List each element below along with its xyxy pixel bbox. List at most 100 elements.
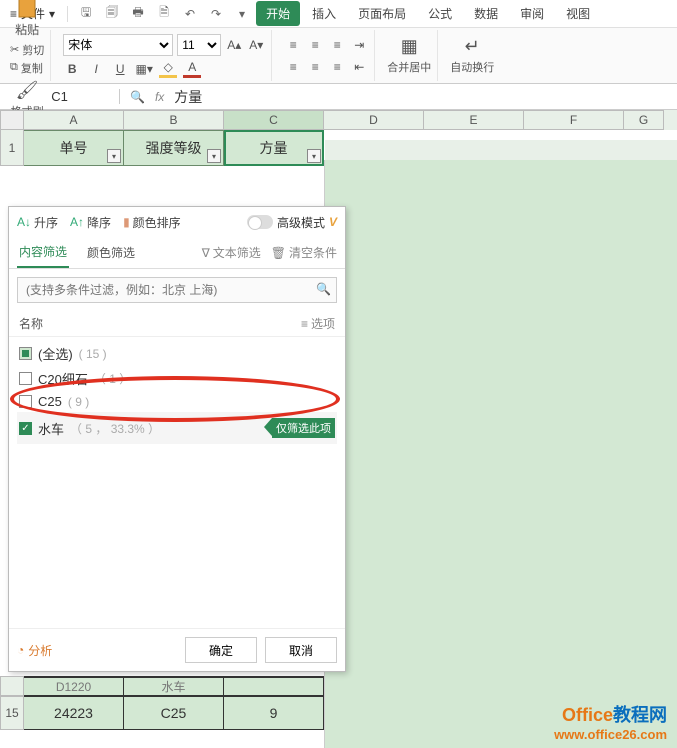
spreadsheet-grid: A B C D E F G 1 单号 ▾ 强度等级 ▾ 方量 ▾ [0, 110, 677, 166]
copy-button[interactable]: ⧉复制 [10, 60, 44, 76]
align-left-icon[interactable]: ≡ [284, 58, 302, 76]
clear-filter-button[interactable]: 🗑清空条件 [271, 244, 337, 261]
font-name-select[interactable]: 宋体 [63, 34, 173, 56]
align-top-icon[interactable]: ≡ [284, 36, 302, 54]
row-header-15[interactable]: 15 [0, 696, 24, 730]
col-header-a[interactable]: A [24, 110, 124, 130]
col-header-b[interactable]: B [124, 110, 224, 130]
wrap-icon: ↵ [465, 36, 480, 57]
checkbox-unchecked[interactable] [19, 395, 32, 408]
menubar: ≡ 文件 ▾ 🖫 🗐 🖶 🗎 ↶ ↷ ▾ 开始 插入 页面布局 公式 数据 审阅… [0, 0, 677, 28]
ok-button[interactable]: 确定 [185, 637, 257, 663]
checkbox-checked[interactable] [19, 422, 32, 435]
cell-a15[interactable]: 24223 [24, 696, 124, 730]
chevron-down-icon: ▾ [49, 7, 55, 21]
filter-button-a[interactable]: ▾ [107, 149, 121, 163]
print-preview-icon[interactable]: 🗎 [152, 2, 176, 26]
toggle-icon [247, 215, 273, 229]
cell-b1[interactable]: 强度等级 ▾ [124, 130, 224, 166]
only-this-badge[interactable]: 仅筛选此项 [272, 418, 335, 438]
funnel-icon: ∇ [202, 246, 210, 260]
save-icon[interactable]: 🖫 [74, 2, 98, 26]
filter-item[interactable]: C20细石 （ 1 ） [17, 366, 337, 391]
align-center-icon[interactable]: ≡ [306, 58, 324, 76]
font-size-select[interactable]: 11 [177, 34, 221, 56]
align-bottom-icon[interactable]: ≡ [328, 36, 346, 54]
clipboard-icon [16, 0, 38, 19]
filter-button-b[interactable]: ▾ [207, 149, 221, 163]
col-header-d[interactable]: D [324, 110, 424, 130]
cell[interactable]: D1220 [24, 676, 124, 696]
cell-a1[interactable]: 单号 ▾ [24, 130, 124, 166]
cut-button[interactable]: ✂剪切 [10, 42, 44, 58]
alignment-group: ≡ ≡ ≡ ⇥ ≡ ≡ ≡ ⇤ [284, 36, 368, 76]
filter-button-c[interactable]: ▾ [307, 149, 321, 163]
list-options-button[interactable]: ≡选项 [301, 315, 335, 332]
redo-icon[interactable]: ↷ [204, 2, 228, 26]
font-color-button[interactable]: A [183, 60, 201, 78]
cell-c1[interactable]: 方量 ▾ [224, 130, 324, 166]
bold-button[interactable]: B [63, 60, 81, 78]
zoom-icon[interactable]: 🔍 [130, 90, 145, 104]
filter-item-all[interactable]: (全选) ( 15 ) [17, 341, 337, 366]
row-header[interactable] [0, 676, 24, 696]
print-icon[interactable]: 🖶 [126, 2, 150, 26]
pie-icon: ◔ [17, 643, 24, 657]
italic-button[interactable]: I [87, 60, 105, 78]
color-sort-button[interactable]: ▮颜色排序 [123, 214, 181, 231]
list-head-name: 名称 [19, 315, 43, 332]
underline-button[interactable]: U [111, 60, 129, 78]
tab-review[interactable]: 审阅 [510, 1, 554, 26]
cell-c15[interactable]: 9 [224, 696, 324, 730]
name-box[interactable]: C1 [0, 89, 120, 104]
sort-desc-button[interactable]: A↑降序 [70, 214, 111, 231]
merge-button[interactable]: ▦ 合并居中 [381, 30, 438, 81]
fx-label[interactable]: fx [155, 90, 164, 104]
text-filter-button[interactable]: ∇文本筛选 [202, 244, 261, 261]
tab-start[interactable]: 开始 [256, 1, 300, 26]
col-header-f[interactable]: F [524, 110, 624, 130]
tab-data[interactable]: 数据 [464, 1, 508, 26]
align-right-icon[interactable]: ≡ [328, 58, 346, 76]
cancel-button[interactable]: 取消 [265, 637, 337, 663]
search-icon: 🔍 [316, 282, 331, 296]
filter-search-input[interactable] [17, 277, 337, 303]
col-header-g[interactable]: G [624, 110, 664, 130]
save-as-icon[interactable]: 🗐 [100, 2, 124, 26]
tab-color-filter[interactable]: 颜色筛选 [85, 238, 137, 267]
tab-formula[interactable]: 公式 [418, 1, 462, 26]
col-header-e[interactable]: E [424, 110, 524, 130]
color-sort-icon: ▮ [123, 215, 130, 229]
select-all-corner[interactable] [0, 110, 24, 130]
tab-content-filter[interactable]: 内容筛选 [17, 237, 69, 268]
fill-color-button[interactable]: ◇ [159, 60, 177, 78]
chevron-down-icon[interactable]: ▾ [230, 2, 254, 26]
checkbox-unchecked[interactable] [19, 372, 32, 385]
indent-increase-icon[interactable]: ⇥ [350, 36, 368, 54]
row-header-1[interactable]: 1 [0, 130, 24, 166]
checkbox-mixed[interactable] [19, 347, 32, 360]
options-icon: ≡ [301, 317, 308, 331]
cell[interactable] [224, 676, 324, 696]
cell[interactable]: 水车 [124, 676, 224, 696]
paste-button[interactable]: 粘贴 [15, 0, 39, 38]
decrease-font-icon[interactable]: A▾ [247, 36, 265, 54]
cell-b15[interactable]: C25 [124, 696, 224, 730]
tab-view[interactable]: 视图 [556, 1, 600, 26]
col-header-c[interactable]: C [224, 110, 324, 130]
border-button[interactable]: ▦▾ [135, 60, 153, 78]
wrap-button[interactable]: ↵ 自动换行 [444, 30, 500, 81]
sort-asc-icon: A↓ [17, 215, 31, 229]
filter-item-selected[interactable]: 水车 （ 5 ， 33.3% ） 仅筛选此项 [17, 412, 337, 444]
tab-insert[interactable]: 插入 [302, 1, 346, 26]
formula-value[interactable]: 方量 [174, 87, 202, 107]
increase-font-icon[interactable]: A▴ [225, 36, 243, 54]
align-middle-icon[interactable]: ≡ [306, 36, 324, 54]
indent-decrease-icon[interactable]: ⇤ [350, 58, 368, 76]
analysis-button[interactable]: ◔分析 [17, 642, 52, 659]
undo-icon[interactable]: ↶ [178, 2, 202, 26]
filter-item[interactable]: C25 ( 9 ) [17, 391, 337, 412]
sort-asc-button[interactable]: A↓升序 [17, 214, 58, 231]
tab-layout[interactable]: 页面布局 [348, 1, 416, 26]
advanced-mode-toggle[interactable]: 高级模式 V [247, 214, 337, 231]
